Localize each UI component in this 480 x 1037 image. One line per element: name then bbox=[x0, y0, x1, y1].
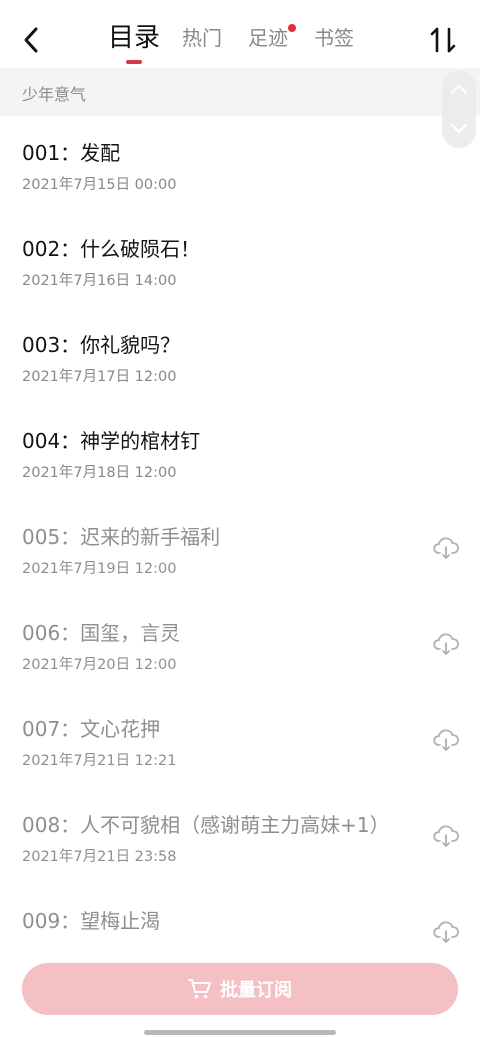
chapter-item[interactable]: 001：发配 2021年7月15日 00:00 bbox=[0, 116, 480, 212]
chevron-up-icon bbox=[450, 84, 468, 95]
tab-history[interactable]: 足迹 bbox=[248, 16, 297, 60]
chapter-list: 001：发配 2021年7月15日 00:00 002：什么破陨石！ 2021年… bbox=[0, 116, 480, 980]
chapter-item[interactable]: 003：你礼貌吗？ 2021年7月17日 12:00 bbox=[0, 308, 480, 404]
cloud-download-icon[interactable] bbox=[433, 920, 459, 944]
tab-bookmarks[interactable]: 书签 bbox=[314, 16, 354, 60]
chapter-date: 2021年7月21日 23:58 bbox=[22, 849, 177, 865]
tab-catalog[interactable]: 目录 bbox=[108, 16, 160, 60]
chapter-title: 003：你礼貌吗？ bbox=[22, 333, 181, 357]
cloud-download-icon[interactable] bbox=[433, 632, 459, 656]
chapter-title: 004：神学的棺材钉 bbox=[22, 429, 201, 453]
chapter-date: 2021年7月17日 12:00 bbox=[22, 369, 177, 385]
chevron-left-icon bbox=[24, 27, 38, 53]
home-indicator bbox=[144, 1030, 336, 1035]
top-bar: 目录 热门 足迹 书签 bbox=[0, 0, 480, 68]
chapter-item[interactable]: 004：神学的棺材钉 2021年7月18日 12:00 bbox=[0, 404, 480, 500]
chapter-title: 002：什么破陨石！ bbox=[22, 237, 201, 261]
chapter-date: 2021年7月19日 12:00 bbox=[22, 561, 177, 577]
tab-bar: 目录 热门 足迹 书签 bbox=[108, 16, 380, 64]
volume-title: 少年意气 bbox=[22, 85, 87, 104]
chapter-date: 2021年7月21日 12:21 bbox=[22, 753, 177, 769]
volume-header: 少年意气 bbox=[0, 68, 480, 116]
chapter-title: 007：文心花押 bbox=[22, 717, 161, 741]
chapter-item-locked[interactable]: 007：文心花押 2021年7月21日 12:21 bbox=[0, 692, 480, 788]
chapter-date: 2021年7月18日 12:00 bbox=[22, 465, 177, 481]
shopping-cart-icon bbox=[188, 979, 211, 999]
batch-subscribe-button[interactable]: 批量订阅 bbox=[22, 963, 458, 1015]
chapter-date: 2021年7月15日 00:00 bbox=[22, 177, 177, 193]
chapter-item-locked[interactable]: 008：人不可貌相（感谢萌主力高妹+1） 2021年7月21日 23:58 bbox=[0, 788, 480, 884]
scroll-up-button[interactable] bbox=[442, 72, 476, 106]
chapter-title: 005：迟来的新手福利 bbox=[22, 525, 221, 549]
chapter-title: 006：国玺，言灵 bbox=[22, 621, 181, 645]
back-button[interactable] bbox=[14, 20, 48, 60]
chapter-item-locked[interactable]: 005：迟来的新手福利 2021年7月19日 12:00 bbox=[0, 500, 480, 596]
chapter-title: 009：望梅止渴 bbox=[22, 909, 161, 933]
sort-arrows-icon bbox=[430, 27, 456, 53]
chapter-date: 2021年7月16日 14:00 bbox=[22, 273, 177, 289]
chapter-title: 001：发配 bbox=[22, 141, 121, 165]
sort-button[interactable] bbox=[428, 22, 458, 58]
cloud-download-icon[interactable] bbox=[433, 536, 459, 560]
batch-subscribe-label: 批量订阅 bbox=[220, 980, 292, 1001]
chapter-item[interactable]: 002：什么破陨石！ 2021年7月16日 14:00 bbox=[0, 212, 480, 308]
chapter-title: 008：人不可貌相（感谢萌主力高妹+1） bbox=[22, 813, 390, 837]
tab-popular[interactable]: 热门 bbox=[182, 16, 222, 60]
chapter-item-locked[interactable]: 006：国玺，言灵 2021年7月20日 12:00 bbox=[0, 596, 480, 692]
new-badge-dot bbox=[288, 24, 297, 32]
cloud-download-icon[interactable] bbox=[433, 728, 459, 752]
cloud-download-icon[interactable] bbox=[433, 824, 459, 848]
chapter-date: 2021年7月20日 12:00 bbox=[22, 657, 177, 673]
